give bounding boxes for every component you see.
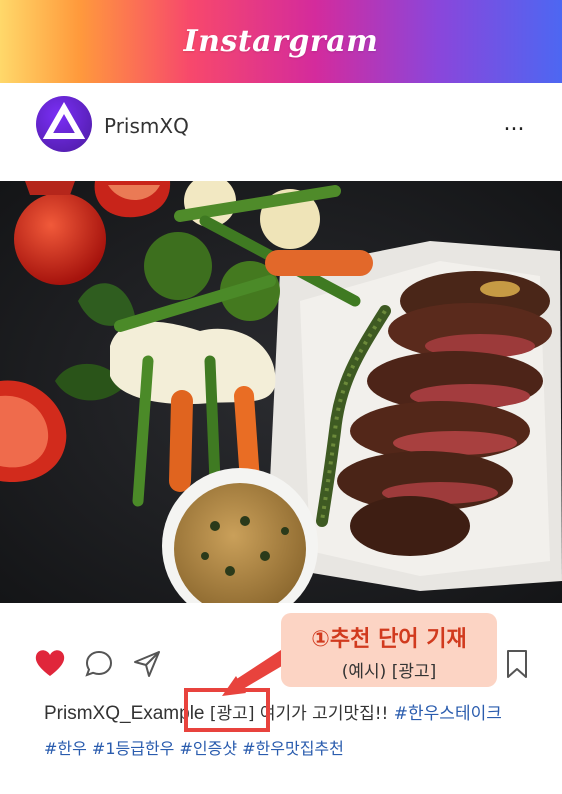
hashtag-list[interactable]: #한우 #1등급한우 #인증샷 #한우맛집추천 [44,735,344,759]
like-heart-icon[interactable] [34,648,66,678]
post-photo[interactable] [0,181,562,603]
share-icon[interactable] [132,649,162,679]
bookmark-icon[interactable] [505,649,529,679]
app-title: Instargram [183,24,379,59]
more-options-button[interactable]: ... [498,113,530,143]
caption-text: 여기가 고기맛집!! [259,704,389,724]
ad-tag-highlight-box [184,688,270,732]
profile-username[interactable]: PrismXQ [104,114,189,138]
avatar[interactable] [36,96,92,152]
annotation-callout: ①추천 단어 기재 (예시) [광고] [281,613,497,687]
app-header: Instargram [0,0,562,83]
caption-hashtag[interactable]: #한우스테이크 [394,704,502,724]
caption-username[interactable]: PrismXQ_Example [44,703,205,724]
post-caption: PrismXQ_Example [광고] 여기가 고기맛집!! #한우스테이크 [44,702,554,726]
post-header: PrismXQ ... [0,83,562,181]
callout-example: (예시) [광고] [341,662,437,682]
prism-logo-icon [42,101,86,139]
callout-title: ①추천 단어 기재 [311,627,467,652]
comment-icon[interactable] [84,649,114,679]
steak-photo [0,181,562,603]
